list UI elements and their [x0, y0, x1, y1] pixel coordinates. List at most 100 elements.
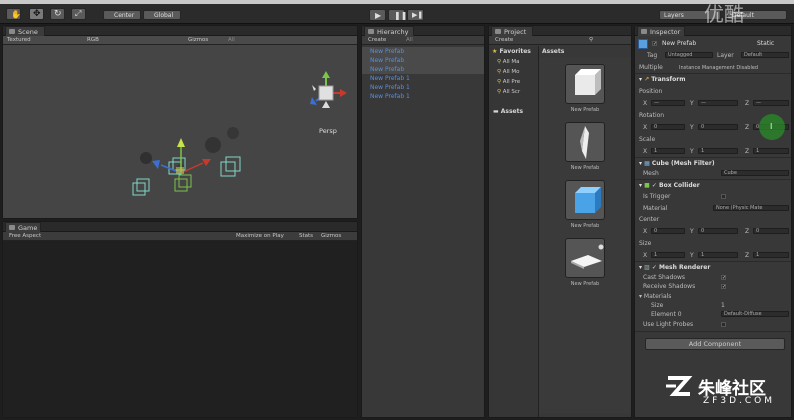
- center-x-field[interactable]: 0: [651, 228, 685, 234]
- pause-button[interactable]: ❚❚: [388, 9, 407, 21]
- rotation-y-field[interactable]: 0: [698, 124, 738, 130]
- scale-z-field[interactable]: 1: [753, 148, 789, 154]
- main-toolbar: ✋ ✥ ↻ ⤢ Center Global ▶ ❚❚ ▶❚ Layers Def…: [0, 4, 794, 24]
- tab-inspector[interactable]: Inspector: [637, 26, 685, 36]
- render-mode-dropdown[interactable]: Textured: [7, 37, 31, 43]
- position-x-field[interactable]: —: [651, 100, 685, 106]
- center-y-field[interactable]: 0: [698, 228, 738, 234]
- move-tool-button[interactable]: ✥: [29, 8, 44, 20]
- color-mode-dropdown[interactable]: RGB: [87, 37, 99, 43]
- game-panel: Game Free Aspect Maximize on Play Stats …: [2, 221, 358, 418]
- project-icon: [495, 29, 501, 34]
- receive-shadows-checkbox[interactable]: ✓: [721, 284, 726, 290]
- asset-item[interactable]: New Prefab: [563, 238, 607, 292]
- favorites-list: ⚲ All Ma ⚲ All Mo ⚲ All Pre ⚲ All Scr: [497, 57, 520, 97]
- favorite-item[interactable]: ⚲ All Scr: [497, 87, 520, 97]
- play-button[interactable]: ▶: [369, 9, 386, 21]
- object-name-field[interactable]: New Prefab: [662, 40, 696, 47]
- pivot-toggle[interactable]: Center: [103, 10, 141, 20]
- project-search-icon[interactable]: ⚲: [589, 37, 593, 43]
- tab-scene[interactable]: Scene: [5, 26, 45, 36]
- scene-viewport[interactable]: Persp: [3, 45, 357, 218]
- cast-shadows-checkbox[interactable]: ✓: [721, 275, 726, 281]
- box-collider-header[interactable]: ▾ ■ ✓ Box Collider: [639, 182, 700, 189]
- text-cursor-icon: I: [770, 122, 773, 131]
- mesh-filter-header[interactable]: ▾ ▦ Cube (Mesh Filter): [639, 160, 715, 167]
- scale-tool-button[interactable]: ⤢: [71, 8, 86, 20]
- hand-tool-button[interactable]: ✋: [6, 8, 21, 20]
- rotate-tool-button[interactable]: ↻: [50, 8, 65, 20]
- wire-cube-2[interactable]: [220, 156, 241, 177]
- aspect-dropdown[interactable]: Free Aspect: [9, 233, 41, 239]
- hierarchy-item[interactable]: New Prefab 1: [362, 92, 484, 101]
- move-handle[interactable]: [152, 138, 211, 174]
- assets-folder[interactable]: ▬ Assets: [493, 108, 523, 115]
- position-z-field[interactable]: —: [753, 100, 789, 106]
- asset-thumbnail: [565, 64, 605, 104]
- space-toggle[interactable]: Global: [143, 10, 181, 20]
- project-create-button[interactable]: Create: [495, 37, 513, 43]
- light-probes-checkbox[interactable]: [721, 322, 726, 327]
- mesh-renderer-enabled-checkbox[interactable]: ✓: [652, 264, 657, 271]
- hierarchy-item[interactable]: New Prefab: [362, 47, 484, 56]
- collider-material-field[interactable]: None (Physic Mate: [713, 205, 789, 211]
- asset-label: New Prefab: [570, 165, 600, 171]
- favorite-item[interactable]: ⚲ All Ma: [497, 57, 520, 67]
- element0-field[interactable]: Default-Diffuse: [721, 311, 789, 317]
- asset-item[interactable]: New Prefab: [563, 122, 607, 176]
- stats-toggle[interactable]: Stats: [299, 233, 313, 239]
- mesh-filter-icon: ▦: [644, 160, 650, 167]
- transform-header[interactable]: ▾ ↗ Transform: [639, 76, 685, 83]
- layer-dropdown[interactable]: Default: [741, 52, 789, 58]
- center-z-field[interactable]: 0: [753, 228, 789, 234]
- scale-y-field[interactable]: 1: [698, 148, 738, 154]
- move-icon: ✥: [33, 9, 41, 19]
- rotation-x-field[interactable]: 0: [651, 124, 685, 130]
- tag-dropdown[interactable]: Untagged: [665, 52, 713, 58]
- multiple-label: Multiple: [639, 64, 663, 71]
- scene-search-input[interactable]: All: [228, 37, 235, 43]
- hierarchy-item[interactable]: New Prefab: [362, 56, 484, 65]
- game-gizmos-toggle[interactable]: Gizmos: [321, 233, 341, 239]
- game-viewport[interactable]: [3, 241, 357, 417]
- favorite-item[interactable]: ⚲ All Pre: [497, 77, 520, 87]
- asset-item[interactable]: New Prefab: [563, 180, 607, 234]
- hierarchy-item[interactable]: New Prefab 1: [362, 83, 484, 92]
- maximize-toggle[interactable]: Maximize on Play: [236, 233, 284, 239]
- hierarchy-create-button[interactable]: Create: [368, 37, 386, 43]
- folder-icon: ▬: [493, 108, 499, 115]
- object-active-checkbox[interactable]: ✓: [652, 41, 657, 47]
- favorites-header[interactable]: ★ Favorites: [492, 48, 531, 55]
- materials-label[interactable]: ▾ Materials: [639, 293, 671, 300]
- hierarchy-item[interactable]: New Prefab: [362, 65, 484, 74]
- static-toggle[interactable]: Static: [757, 40, 774, 47]
- gizmos-dropdown[interactable]: Gizmos: [188, 37, 208, 43]
- tab-hierarchy[interactable]: Hierarchy: [364, 26, 414, 36]
- hierarchy-search-input[interactable]: All: [406, 37, 413, 43]
- wire-cube-1[interactable]: [132, 178, 150, 196]
- position-y-field[interactable]: —: [698, 100, 738, 106]
- size-x-field[interactable]: 1: [651, 252, 685, 258]
- scale-x-field[interactable]: 1: [651, 148, 685, 154]
- mesh-renderer-header[interactable]: ▾ ▨ ✓ Mesh Renderer: [639, 264, 710, 271]
- play-icon: ▶: [375, 11, 382, 20]
- divider: [635, 157, 791, 158]
- box-collider-enabled-checkbox[interactable]: ✓: [652, 182, 657, 189]
- add-component-button[interactable]: Add Component: [645, 338, 785, 350]
- tab-project[interactable]: Project: [491, 26, 533, 36]
- asset-label: New Prefab: [570, 107, 600, 113]
- is-trigger-checkbox[interactable]: [721, 194, 726, 199]
- tab-game[interactable]: Game: [5, 222, 41, 232]
- wire-cube-4[interactable]: [174, 174, 192, 192]
- size-y-field[interactable]: 1: [698, 252, 738, 258]
- mesh-field[interactable]: Cube: [721, 170, 789, 176]
- space-label: Global: [154, 12, 174, 19]
- hierarchy-item[interactable]: New Prefab 1: [362, 74, 484, 83]
- favorite-item[interactable]: ⚲ All Mo: [497, 67, 520, 77]
- step-button[interactable]: ▶❚: [407, 9, 424, 21]
- scale-label: Scale: [639, 136, 656, 143]
- scene-orientation-gizmo[interactable]: [310, 71, 347, 108]
- asset-item[interactable]: New Prefab: [563, 64, 607, 118]
- materials-size-field[interactable]: 1: [721, 302, 725, 309]
- size-z-field[interactable]: 1: [753, 252, 789, 258]
